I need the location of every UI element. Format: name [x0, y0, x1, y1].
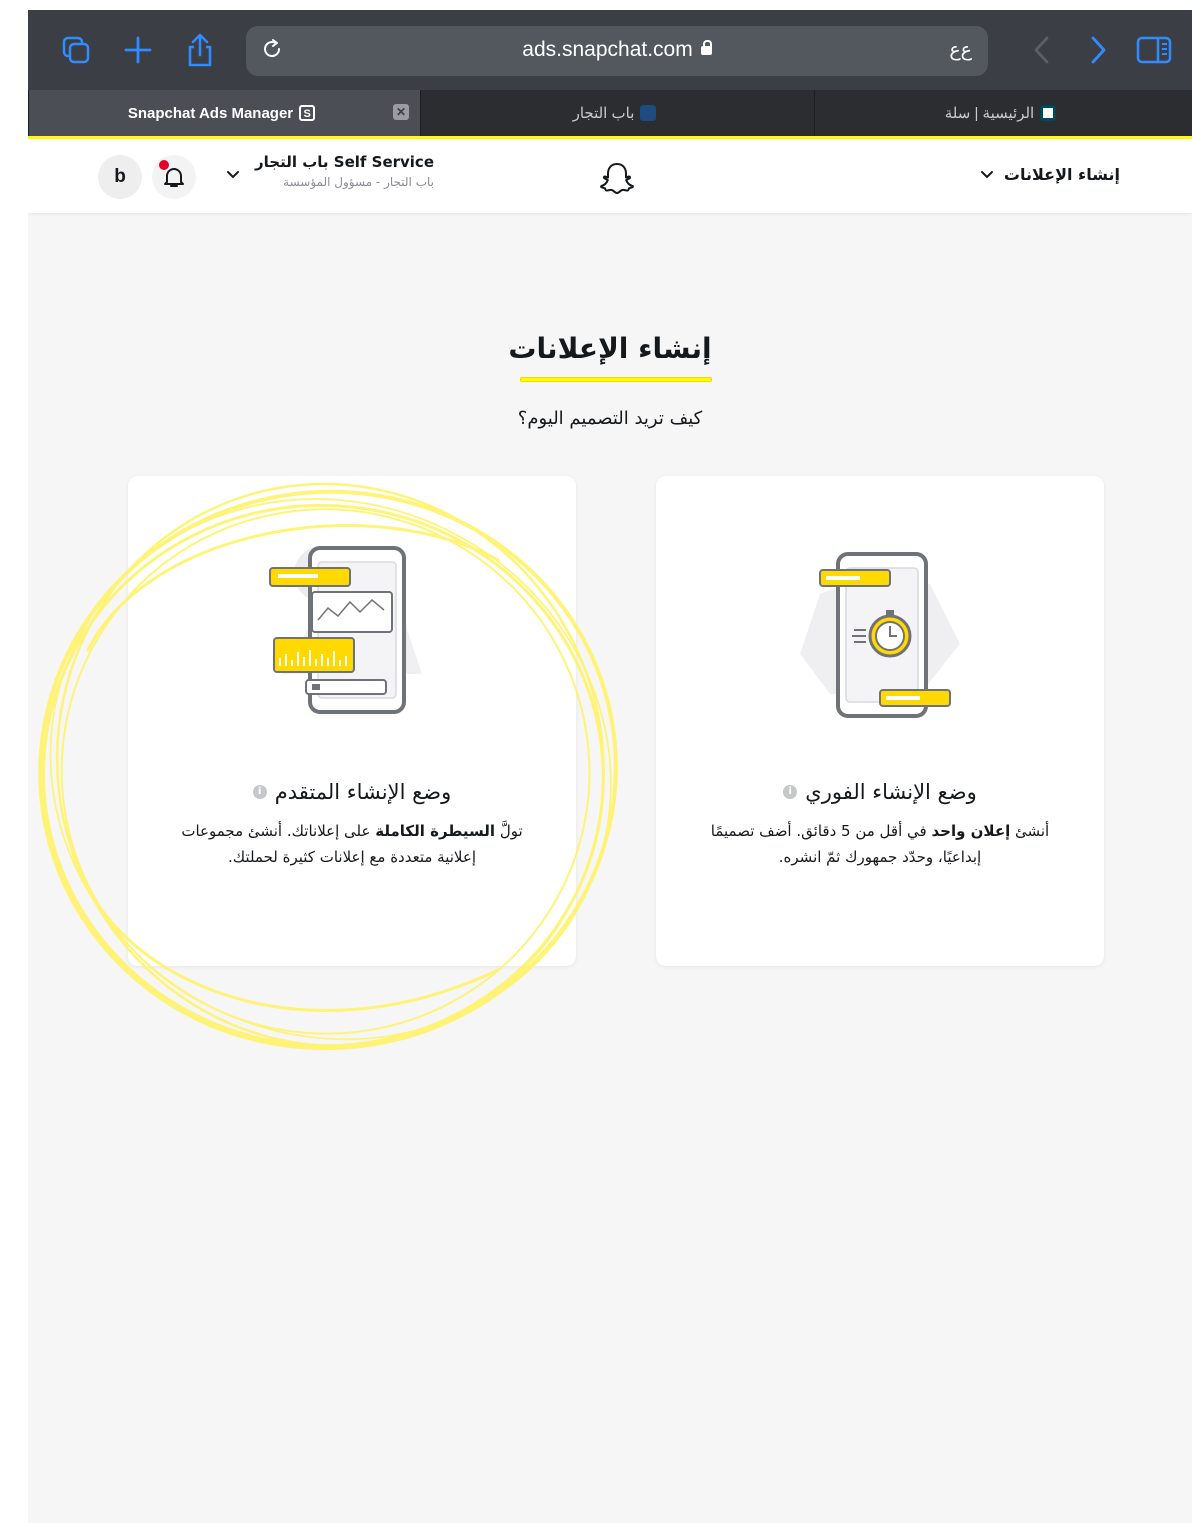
- browser-toolbar: ads.snapchat.com ﻉﻉ: [28, 10, 1192, 90]
- browser-window: ads.snapchat.com ﻉﻉ Snapchat Ads Manager…: [28, 10, 1192, 1523]
- title-underline: [520, 377, 712, 382]
- snapchat-ghost-icon[interactable]: [598, 161, 636, 201]
- reader-view-button[interactable]: ﻉﻉ: [949, 39, 972, 61]
- bab-altujjar-favicon: [640, 105, 657, 121]
- desc-text: تولَّ: [495, 822, 523, 840]
- advanced-create-title: وضع الإنشاء المتقدم: [274, 780, 452, 804]
- tab-label: باب التجار: [572, 105, 635, 122]
- create-ads-menu-label: إنشاء الإعلانات: [1003, 165, 1120, 184]
- account-switcher[interactable]: باب التجار Self Service باب التجار - مسؤ…: [254, 153, 434, 189]
- desc-bold: السيطرة الكاملة: [375, 822, 496, 840]
- instant-create-title-row: i وضع الإنشاء الفوري: [676, 780, 1084, 804]
- create-ads-menu[interactable]: إنشاء الإعلانات: [980, 165, 1120, 184]
- notification-dot: [159, 160, 169, 170]
- back-chevron-icon[interactable]: [1024, 32, 1060, 68]
- tab-close-icon[interactable]: ✕: [393, 104, 409, 120]
- desc-bold: إعلان واحد: [931, 822, 1011, 840]
- instant-create-card[interactable]: i وضع الإنشاء الفوري أنشئ إعلان واحد في …: [656, 476, 1104, 966]
- advanced-create-description: تولَّ السيطرة الكاملة على إعلاناتك. أنشئ…: [176, 818, 528, 870]
- notifications-button[interactable]: [152, 155, 196, 199]
- tab-salla-home[interactable]: الرئيسية | سلة: [813, 90, 1192, 136]
- browser-tab-bar: Snapchat Ads Manager S ✕ باب التجار الرئ…: [28, 90, 1192, 136]
- new-tab-plus-icon[interactable]: [120, 32, 156, 68]
- instant-create-description: أنشئ إعلان واحد في أقل من 5 دقائق. أضف ت…: [704, 818, 1056, 870]
- tab-bab-altujjar[interactable]: باب التجار: [419, 90, 814, 136]
- tab-label: الرئيسية | سلة: [944, 105, 1035, 122]
- info-icon[interactable]: i: [783, 785, 798, 799]
- instant-mode-illustration: [800, 552, 960, 718]
- page-subtitle: كيف تريد التصميم اليوم؟: [517, 408, 703, 429]
- avatar[interactable]: b: [98, 155, 142, 199]
- account-name: باب التجار Self Service: [255, 153, 434, 171]
- info-icon[interactable]: i: [252, 785, 267, 799]
- account-role: باب التجار - مسؤول المؤسسة: [283, 175, 434, 189]
- instant-create-title: وضع الإنشاء الفوري: [805, 780, 977, 804]
- address-bar[interactable]: ads.snapchat.com ﻉﻉ: [246, 26, 988, 76]
- lock-icon: [700, 40, 712, 55]
- tab-snapchat-ads-manager[interactable]: Snapchat Ads Manager S ✕: [28, 90, 420, 136]
- sidebar-icon[interactable]: [1136, 32, 1172, 68]
- share-icon[interactable]: [182, 32, 218, 68]
- tabs-overview-icon[interactable]: [58, 32, 94, 68]
- app-header: b باب التجار Self Service باب التجار - م…: [28, 139, 1192, 213]
- forward-chevron-icon[interactable]: [1080, 32, 1116, 68]
- advanced-create-title-row: i وضع الإنشاء المتقدم: [148, 780, 556, 804]
- advanced-mode-illustration: [269, 546, 422, 714]
- url-text: ads.snapchat.com: [246, 38, 988, 62]
- salla-favicon: [1040, 105, 1057, 121]
- account-chevron-down-icon[interactable]: [226, 165, 240, 184]
- advanced-create-card[interactable]: i وضع الإنشاء المتقدم تولَّ السيطرة الكا…: [128, 476, 576, 966]
- snapchat-favicon: S: [299, 105, 316, 121]
- tab-label: Snapchat Ads Manager: [127, 104, 294, 122]
- desc-text: أنشئ: [1010, 822, 1050, 840]
- chevron-down-icon: [980, 170, 993, 178]
- page-title: إنشاء الإعلانات: [508, 332, 712, 365]
